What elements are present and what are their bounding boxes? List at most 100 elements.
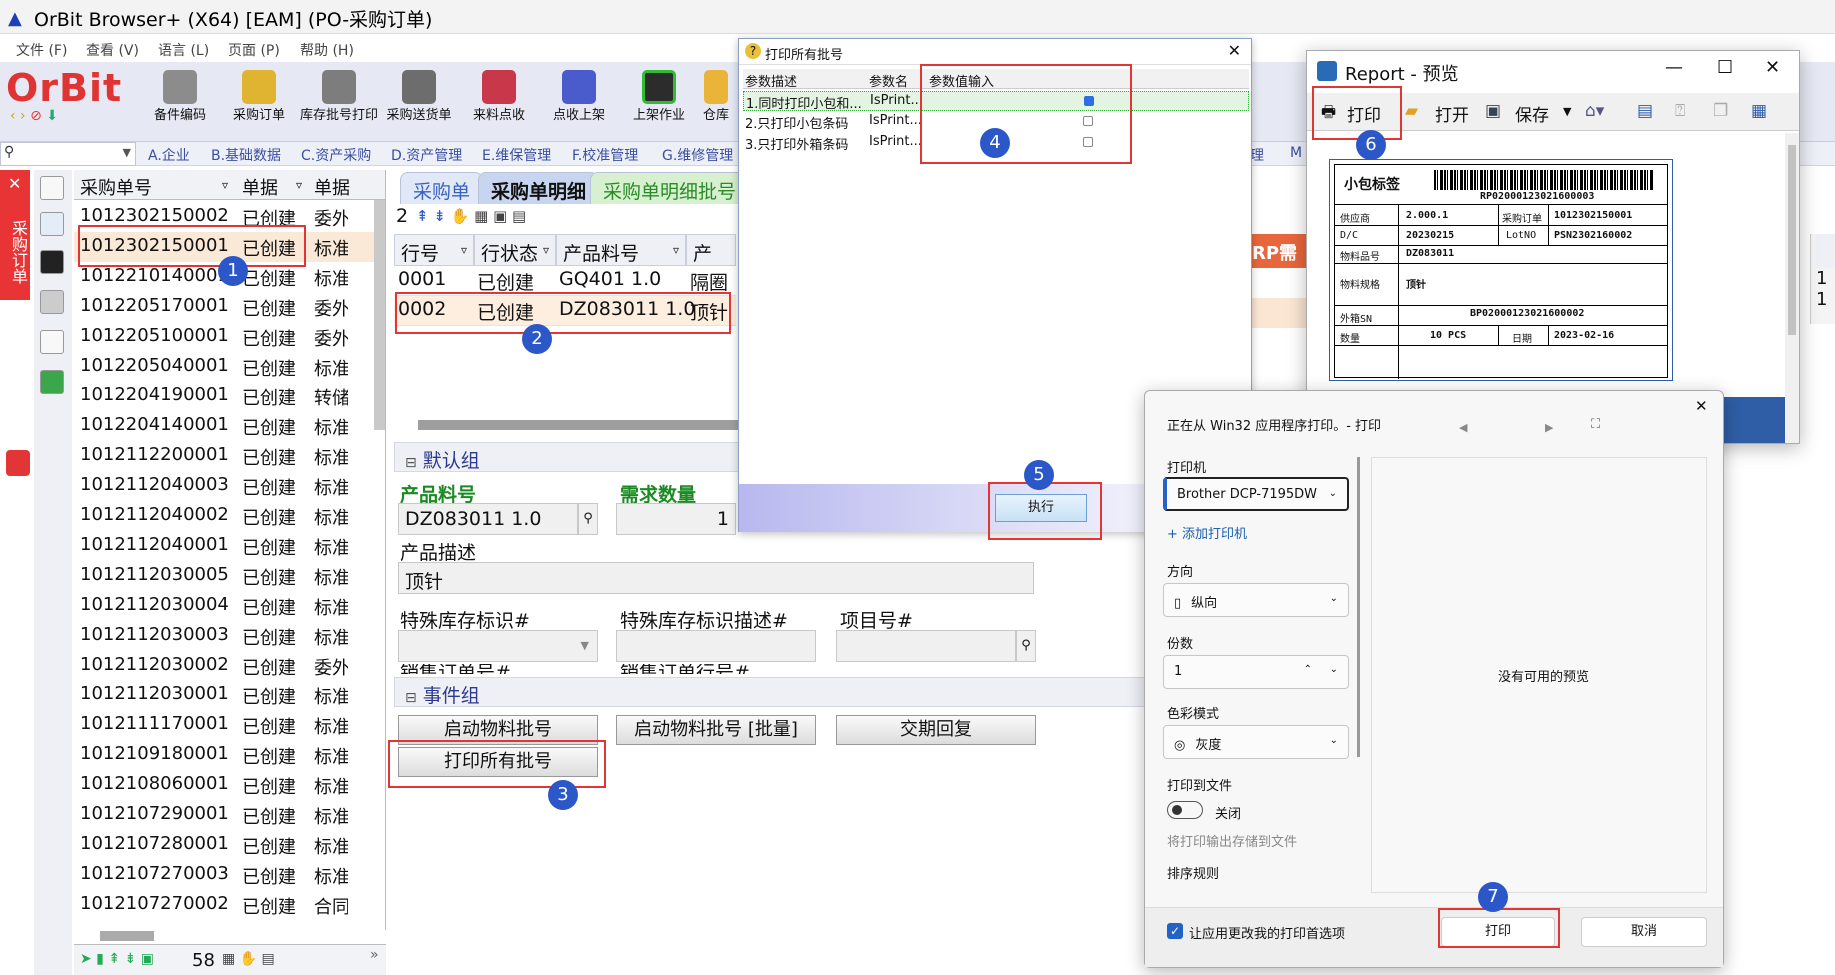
nav-enterprise[interactable]: A.企业	[148, 145, 190, 165]
list-item[interactable]: 1012112030003 已创建 标准	[74, 621, 374, 651]
toolbar-receiving[interactable]: 来料点收	[456, 64, 542, 142]
col-product-code[interactable]: 产品料号 ▿	[556, 234, 686, 266]
search-icon[interactable]: ⚲	[1016, 630, 1036, 662]
filter-icon[interactable]: ▿	[673, 243, 679, 257]
minimize-icon[interactable]: —	[1665, 57, 1683, 78]
list-item[interactable]: 1012112030004 已创建 标准	[74, 591, 374, 621]
copies-stepper[interactable]: 1 ⌃ ⌄	[1163, 655, 1349, 689]
tab-purchase-order[interactable]: 采购单	[400, 172, 484, 204]
list-item[interactable]: 1012112040001 已创建 标准	[74, 531, 374, 561]
list-item[interactable]: 1012204190001 已创建 转储	[74, 381, 374, 411]
orientation-select[interactable]: ▯ 纵向 ⌄	[1163, 583, 1349, 617]
report-scrollbar[interactable]	[1785, 133, 1799, 443]
document-icon[interactable]	[40, 176, 64, 200]
page-setup-icon[interactable]: ▤	[1637, 101, 1653, 121]
list-item[interactable]: 1012112030002 已创建 委外	[74, 651, 374, 681]
col-doc-status[interactable]: 单据	[242, 174, 278, 200]
desc-field[interactable]: 顶针	[398, 562, 1034, 594]
list-item[interactable]: 1012107290001 已创建 标准	[74, 800, 374, 830]
list-item[interactable]: 1012205100001 已创建 委外	[74, 322, 374, 352]
product-code-field[interactable]: DZ083011 1.0	[398, 503, 578, 535]
tab-purchase-order-detail[interactable]: 采购单明细	[478, 172, 600, 204]
nav-basic-data[interactable]: B.基础数据	[211, 145, 281, 165]
project-field[interactable]	[836, 630, 1016, 662]
horizontal-scrollbar[interactable]	[100, 931, 154, 941]
list-item[interactable]: 1012109180001 已创建 标准	[74, 740, 374, 770]
detail-h-scrollbar[interactable]	[418, 420, 738, 430]
list-item[interactable]: 1012204140001 已创建 标准	[74, 411, 374, 441]
filter-icon[interactable]: ▿	[461, 243, 467, 257]
nav-repair[interactable]: G.维修管理	[662, 145, 733, 165]
copy-icon[interactable]: ❐	[1713, 101, 1728, 121]
toolbar-delivery-note[interactable]: 采购送货单	[376, 64, 462, 142]
save-icon[interactable]: ▣	[1485, 101, 1501, 121]
special-stock-select[interactable]: ▼	[398, 630, 598, 662]
menu-file[interactable]: 文件 (F)	[16, 40, 67, 60]
tab-purchase-order-vertical[interactable]: ✕ 采购订单	[0, 170, 30, 300]
export-icon[interactable]: ⌂▾	[1585, 101, 1604, 121]
list-item[interactable]: 1012112030005 已创建 标准	[74, 561, 374, 591]
add-printer-link[interactable]: + 添加打印机	[1167, 523, 1247, 542]
pencil-icon[interactable]	[40, 250, 64, 274]
col-product-desc[interactable]: 产品描	[686, 234, 736, 266]
col-doc-type[interactable]: 单据	[314, 174, 350, 200]
menu-language[interactable]: 语言 (L)	[158, 40, 209, 60]
close-icon[interactable]: ✕	[8, 174, 21, 193]
detail-nav-icons[interactable]: ⇞ ⇟ ✋ ▦ ▣ ▤	[416, 207, 526, 225]
tab-purchase-order-detail-batch[interactable]: 采购单明细批号	[590, 172, 750, 204]
col-line-no[interactable]: 行号 ▿	[394, 234, 474, 266]
eraser-icon[interactable]	[40, 290, 64, 314]
chevron-down-icon[interactable]: ⌄	[1330, 664, 1338, 675]
delivery-reply-button[interactable]: 交期回复	[836, 715, 1036, 745]
list-item[interactable]: 1012107270002 已创建 合同	[74, 890, 374, 920]
close-icon[interactable]: ✕	[1695, 397, 1708, 415]
toolbar-stock-batch-print[interactable]: 库存批号打印	[296, 64, 382, 142]
toolbar-purchase-order[interactable]: 采购订单	[216, 64, 302, 142]
filter-icon[interactable]: ▿	[296, 178, 302, 192]
search-box[interactable]: ⚲ ▼	[0, 142, 136, 166]
print-to-file-toggle[interactable]	[1167, 801, 1203, 819]
list-item[interactable]: 1012107280001 已创建 标准	[74, 830, 374, 860]
special-stock-desc-field[interactable]	[616, 630, 816, 662]
toolbar-shelving[interactable]: 点收上架	[536, 64, 622, 142]
vertical-scrollbar[interactable]	[374, 200, 385, 430]
qty-field[interactable]: 1	[616, 503, 736, 535]
list-item[interactable]: 1012108060001 已创建 标准	[74, 770, 374, 800]
toolbar-warehouse[interactable]: 仓库	[696, 64, 736, 142]
open-icon[interactable]: ▰	[1405, 101, 1418, 121]
toolbar-shelving-job[interactable]: 上架作业	[616, 64, 702, 142]
nav-asset-mgmt[interactable]: D.资产管理	[391, 145, 462, 165]
list-item[interactable]: 1012205040001 已创建 标准	[74, 352, 374, 382]
list-item[interactable]: 1012111170001 已创建 标准	[74, 710, 374, 740]
printer-select[interactable]: Brother DCP-7195DW ⌄	[1163, 477, 1349, 511]
expand-icon[interactable]: »	[370, 947, 379, 963]
prev-page-icon[interactable]: ◀	[1459, 421, 1467, 434]
filter-icon[interactable]: ▿	[222, 178, 228, 192]
report-save-button[interactable]: 保存	[1515, 101, 1549, 126]
apply-prefs-checkbox[interactable]: ✓	[1167, 923, 1183, 939]
power-icon[interactable]	[6, 450, 30, 476]
chevron-up-icon[interactable]: ⌃	[1304, 664, 1312, 675]
settings-scrollbar[interactable]	[1357, 457, 1360, 757]
close-icon[interactable]: ✕	[1228, 41, 1241, 60]
check-icon[interactable]	[40, 370, 64, 394]
nav-more-1[interactable]: 理	[1250, 145, 1264, 165]
filter-icon[interactable]: ▿	[543, 243, 549, 257]
maximize-icon[interactable]: ☐	[1717, 57, 1733, 78]
next-page-icon[interactable]: ▶	[1545, 421, 1553, 434]
list-item[interactable]: 1012112040003 已创建 标准	[74, 471, 374, 501]
close-icon[interactable]: ✕	[1765, 57, 1780, 78]
col-po-number[interactable]: 采购单号	[80, 174, 152, 200]
start-batch-bulk-button[interactable]: 启动物料批号 [批量]	[616, 715, 816, 745]
list-item[interactable]: 1012112200001 已创建 标准	[74, 441, 374, 471]
export-icons[interactable]: ▦ ✋ ▤	[222, 951, 275, 967]
collapse-icon[interactable]: ⊟	[405, 455, 417, 471]
nav-calibration[interactable]: F.校准管理	[572, 145, 638, 165]
undo-icon[interactable]	[40, 330, 64, 354]
collapse-icon[interactable]: ⊟	[405, 690, 417, 706]
nav-maintenance[interactable]: E.维保管理	[482, 145, 551, 165]
report-open-button[interactable]: 打开	[1435, 101, 1469, 126]
col-line-status[interactable]: 行状态 ▿	[474, 234, 556, 266]
nav-icons[interactable]: ➤ ▮ ⇞ ⇟ ▣	[80, 951, 154, 967]
toolbar-spare-code[interactable]: 备件编码	[137, 64, 223, 142]
